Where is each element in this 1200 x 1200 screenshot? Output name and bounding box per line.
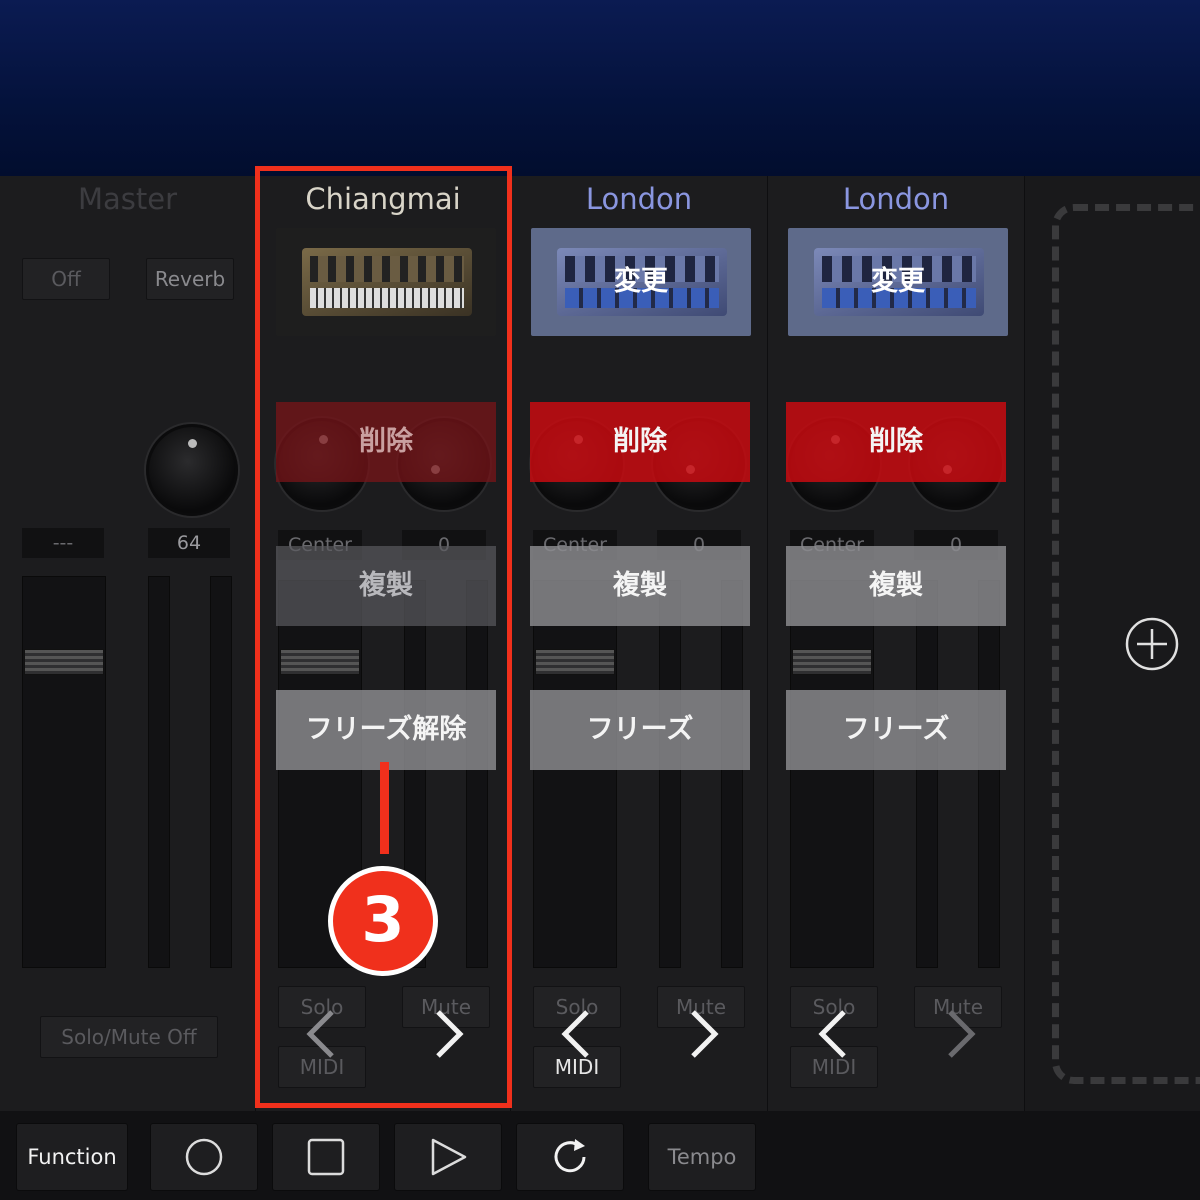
annotation-pointer-line [380, 762, 389, 854]
instrument-thumbnail[interactable]: 変更 [531, 228, 751, 336]
duplicate-button[interactable]: 複製 [786, 546, 1006, 626]
chevron-right-icon[interactable] [673, 1004, 733, 1064]
tempo-label: Tempo [667, 1145, 737, 1169]
track-meter-right [721, 580, 743, 968]
annotation-step-number: 3 [361, 883, 405, 956]
chevron-left-icon[interactable] [547, 1004, 607, 1064]
change-label[interactable]: 変更 [788, 228, 1008, 336]
reverb-knob[interactable] [146, 424, 238, 516]
off-button[interactable]: Off [22, 258, 110, 300]
track-meter-left [659, 580, 681, 968]
add-track-icon[interactable] [1124, 616, 1180, 672]
track-name: London [585, 182, 693, 216]
track-fader-handle[interactable] [535, 649, 615, 675]
function-label: Function [27, 1145, 117, 1169]
master-fader-track[interactable] [22, 576, 106, 968]
play-icon [431, 1138, 467, 1176]
play-button[interactable] [394, 1123, 502, 1191]
master-left-value: --- [22, 528, 104, 558]
freeze-button[interactable]: フリーズ [530, 690, 750, 770]
solo-mute-off-button[interactable]: Solo/Mute Off [40, 1016, 218, 1058]
master-strip: Master Off Reverb --- 64 Solo/Mute Off [0, 176, 256, 1111]
duplicate-button[interactable]: 複製 [530, 546, 750, 626]
tempo-button[interactable]: Tempo [648, 1123, 756, 1191]
transport-toolbar: Function Tempo [0, 1111, 1200, 1200]
instrument-thumbnail[interactable]: 変更 [788, 228, 1008, 336]
loop-button[interactable] [516, 1123, 624, 1191]
track-name: London [842, 182, 950, 216]
track-fader-track[interactable] [533, 580, 617, 968]
top-header-area [0, 0, 1200, 176]
stop-button[interactable] [272, 1123, 380, 1191]
delete-button[interactable]: 削除 [530, 402, 750, 482]
delete-button[interactable]: 削除 [786, 402, 1006, 482]
track-strip-london-1: London 変更 Center 0 削除 複製 フリーズ Solo Mute … [511, 176, 768, 1111]
master-meter-right [210, 576, 232, 968]
master-name: Master [77, 182, 178, 216]
track-strip-london-2: London 変更 Center 0 削除 複製 フリーズ Solo Mute … [768, 176, 1025, 1111]
master-meter-left [148, 576, 170, 968]
chevron-left-icon[interactable] [804, 1004, 864, 1064]
stop-icon [307, 1138, 345, 1176]
annotation-step-badge: 3 [328, 866, 438, 976]
track-meter-right [978, 580, 1000, 968]
master-right-value: 64 [148, 528, 230, 558]
change-label[interactable]: 変更 [531, 228, 751, 336]
chevron-right-icon[interactable] [930, 1004, 990, 1064]
freeze-button[interactable]: フリーズ [786, 690, 1006, 770]
loop-icon [554, 1139, 586, 1173]
track-fader-handle[interactable] [792, 649, 872, 675]
function-button[interactable]: Function [16, 1123, 128, 1191]
track-meter-left [916, 580, 938, 968]
track-fader-track[interactable] [790, 580, 874, 968]
master-fader-handle[interactable] [24, 649, 104, 675]
record-button[interactable] [150, 1123, 258, 1191]
record-icon [185, 1138, 223, 1176]
reverb-button[interactable]: Reverb [146, 258, 234, 300]
